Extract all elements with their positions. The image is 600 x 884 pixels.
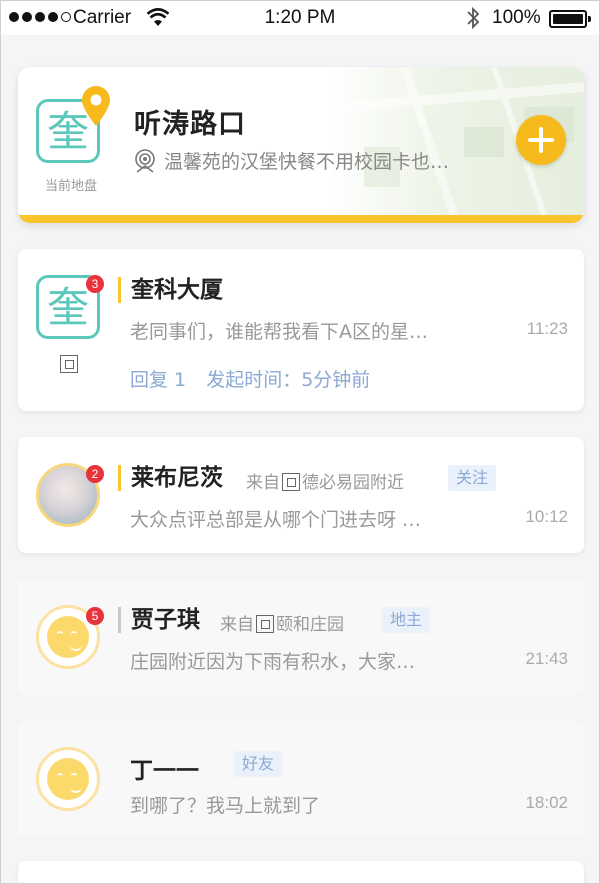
battery-icon: [549, 10, 591, 28]
card-accent-bar: [18, 215, 584, 223]
from-location: 来自 德必易园附近: [246, 473, 404, 493]
start-time-label: 发起时间：5分钟前: [206, 369, 371, 391]
thread-preview: 庄园附近因为下雨有积水，大家…: [130, 651, 416, 673]
thread-card-partial[interactable]: [18, 861, 584, 883]
location-description: 温馨苑的汉堡快餐不用校园卡也…: [164, 151, 450, 173]
relation-tag: 地主: [382, 607, 431, 633]
thread-card-building[interactable]: 奎 3 奎科大厦 老同事们，谁能帮我看下A区的星… 11:23 回复 1 发起时…: [18, 249, 584, 411]
default-avatar[interactable]: [36, 747, 100, 811]
thread-title: 贾子琪: [118, 607, 200, 633]
thread-preview: 老同事们，谁能帮我看下A区的星…: [130, 321, 428, 343]
thread-preview: 到哪了？我马上就到了: [130, 795, 321, 817]
thread-card-leibniz[interactable]: 2 莱布尼茨 来自 德必易园附近 关注 大众点评总部是从哪个门进去呀 … 10:1…: [18, 437, 584, 553]
add-button[interactable]: [516, 115, 566, 165]
relation-tag: 关注: [448, 465, 497, 491]
current-location-label: 当前地盘: [44, 179, 97, 194]
reply-count-label: 回复 1: [130, 369, 187, 391]
current-location-card[interactable]: 奎 当前地盘 听涛路口 温馨苑的汉堡快餐不用校园卡也…: [18, 67, 584, 223]
thread-card-jia[interactable]: 5 贾子琪 来自 颐和庄园 地主 庄园附近因为下雨有积水，大家… 21:43: [18, 579, 584, 695]
reply-count[interactable]: 回复 1 发起时间：5分钟前: [130, 365, 370, 392]
location-square-icon: [282, 473, 300, 491]
thread-title: 莱布尼茨: [118, 465, 223, 491]
location-square-icon: [256, 615, 274, 633]
thread-time: 11:23: [526, 319, 568, 338]
thread-title: 奎科大厦: [118, 277, 223, 303]
thread-time: 10:12: [525, 507, 568, 526]
unread-badge: 2: [86, 465, 104, 483]
thread-title: 丁一一: [130, 758, 199, 784]
relation-tag: 好友: [234, 751, 283, 777]
speaker-icon: [135, 149, 155, 173]
location-pin-icon: [82, 86, 110, 126]
phone-screen: Carrier 1:20 PM 100% 奎 当前地盘 听涛路口 温馨苑的汉堡快…: [0, 0, 600, 884]
thread-time: 18:02: [525, 793, 568, 812]
status-bar: Carrier 1:20 PM 100%: [1, 1, 599, 35]
bluetooth-icon: [467, 6, 480, 30]
from-location: 来自 颐和庄园: [220, 615, 344, 635]
thread-card-ding[interactable]: 丁一一 好友 到哪了？我马上就到了 18:02: [18, 721, 584, 837]
battery-percent: 100%: [492, 7, 541, 28]
unread-badge: 3: [86, 275, 104, 293]
location-square-icon: [60, 355, 78, 373]
thread-time: 21:43: [525, 649, 568, 668]
location-title: 听涛路口: [134, 109, 246, 140]
unread-badge: 5: [86, 607, 104, 625]
thread-preview: 大众点评总部是从哪个门进去呀 …: [130, 509, 422, 531]
